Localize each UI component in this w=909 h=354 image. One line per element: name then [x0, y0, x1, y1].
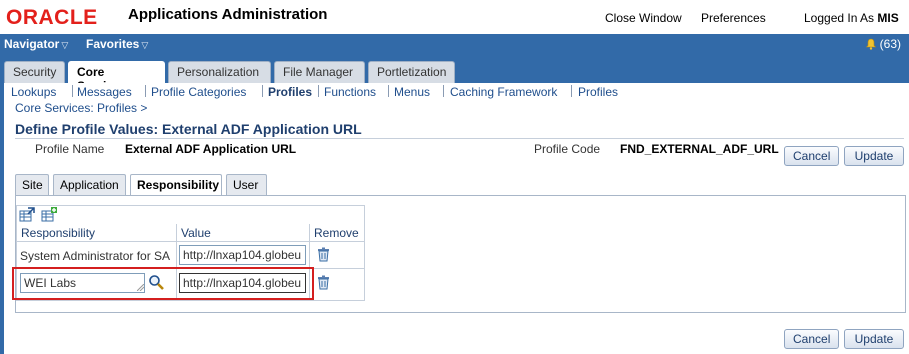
subnav-menus[interactable]: Menus	[394, 85, 430, 99]
bell-icon	[865, 38, 876, 50]
breadcrumb[interactable]: Core Services: Profiles >	[15, 101, 147, 115]
profile-code-value: FND_EXTERNAL_ADF_URL	[620, 142, 779, 156]
global-navbar: Navigator ▽ Favorites ▽ (63)	[0, 34, 909, 56]
subnav-profile-categories[interactable]: Profile Categories	[151, 85, 246, 99]
logged-in-prefix: Logged In As	[804, 11, 875, 25]
tab-personalization[interactable]: Personalization	[168, 61, 271, 83]
left-edge-bar	[0, 83, 4, 354]
tab-core-services[interactable]: Core Services	[68, 61, 165, 93]
tab-file-manager[interactable]: File Manager	[274, 61, 365, 83]
column-header-value[interactable]: Value	[181, 226, 211, 240]
tab-security[interactable]: Security	[4, 61, 65, 83]
add-row-icon[interactable]	[41, 207, 57, 222]
notifications-link[interactable]: (63)	[865, 37, 901, 51]
table-header-row: Responsibility Value Remove	[17, 224, 364, 242]
page-title: Define Profile Values: External ADF Appl…	[15, 121, 362, 137]
sub-navigation: Lookups Messages Profile Categories Prof…	[4, 83, 909, 101]
tab-application[interactable]: Application	[53, 174, 126, 195]
preferences-link[interactable]: Preferences	[701, 11, 766, 25]
navigator-menu[interactable]: Navigator ▽	[4, 37, 68, 51]
favorites-menu[interactable]: Favorites ▽	[86, 37, 148, 51]
trash-icon[interactable]	[317, 275, 330, 290]
tab-responsibility[interactable]: Responsibility	[130, 174, 222, 196]
subnav-divider	[72, 85, 73, 97]
app-header: ORACLE Applications Administration Close…	[0, 0, 909, 34]
subnav-profiles-2[interactable]: Profiles	[578, 85, 618, 99]
title-divider	[15, 138, 904, 139]
export-icon[interactable]	[19, 207, 35, 222]
favorites-label: Favorites	[86, 37, 140, 51]
close-window-link[interactable]: Close Window	[605, 11, 682, 25]
profile-code-label: Profile Code	[534, 142, 601, 156]
subnav-divider	[318, 85, 319, 97]
navigator-label: Navigator	[4, 37, 60, 51]
profile-name-value: External ADF Application URL	[125, 142, 297, 156]
subnav-functions[interactable]: Functions	[324, 85, 376, 99]
subnav-messages[interactable]: Messages	[77, 85, 132, 99]
row-1-value-input[interactable]: http://lnxap104.globeu	[179, 245, 306, 265]
subnav-divider	[262, 85, 263, 97]
subnav-lookups[interactable]: Lookups	[11, 85, 56, 99]
profile-name-label: Profile Name	[35, 142, 105, 156]
trash-icon[interactable]	[317, 247, 330, 262]
logged-in-status: Logged In As MIS	[804, 11, 899, 25]
column-header-responsibility[interactable]: Responsibility	[21, 226, 95, 240]
subnav-caching-framework[interactable]: Caching Framework	[450, 85, 557, 99]
subnav-divider	[443, 85, 444, 97]
subnav-divider	[145, 85, 146, 97]
tab-site[interactable]: Site	[15, 174, 49, 195]
chevron-down-icon: ▽	[61, 40, 69, 50]
notifications-count: (63)	[879, 37, 901, 51]
tab-user[interactable]: User	[226, 174, 267, 195]
highlight-annotation	[12, 267, 314, 300]
top-tab-bar: Security Core Services Personalization F…	[0, 56, 909, 93]
oracle-logo: ORACLE	[6, 6, 98, 29]
chevron-down-icon: ▽	[141, 40, 149, 50]
app-title: Applications Administration	[128, 6, 328, 23]
subnav-divider	[388, 85, 389, 97]
subnav-divider	[571, 85, 572, 97]
cancel-button-bottom[interactable]: Cancel	[784, 329, 839, 349]
subnav-profiles[interactable]: Profiles	[268, 85, 312, 99]
tab-portletization[interactable]: Portletization	[368, 61, 455, 83]
logged-in-user: MIS	[877, 11, 899, 25]
row-1-responsibility: System Administrator for SA	[20, 249, 171, 263]
update-button-bottom[interactable]: Update	[844, 329, 904, 349]
update-button[interactable]: Update	[844, 146, 904, 166]
column-header-remove: Remove	[314, 226, 359, 240]
cancel-button[interactable]: Cancel	[784, 146, 839, 166]
